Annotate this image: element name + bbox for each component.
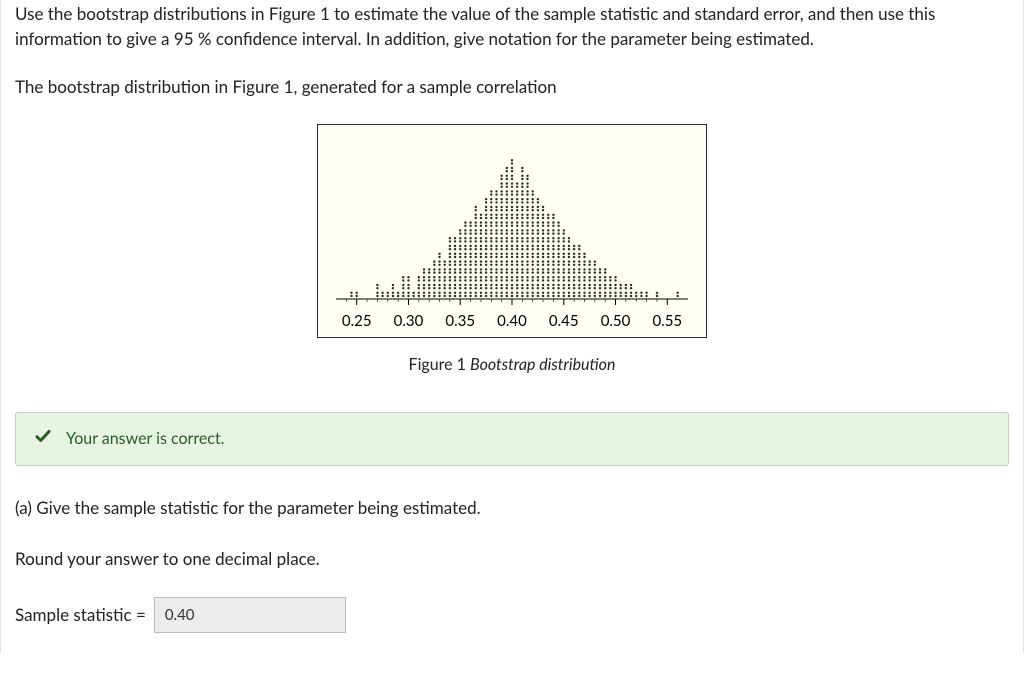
question-text: Use the bootstrap distributions in Figur… [15,2,1009,100]
rounding-note: Round your answer to one decimal place. [15,547,1009,572]
figure-1: 0.25 0.30 0.35 0.40 0.45 0.50 0.55 Figure 1 Bo… [15,124,1009,376]
check-icon [34,427,52,451]
feedback-correct-banner: Your answer is correct. [15,412,1009,466]
question-intro-1: Use the bootstrap distributions in Figur… [15,2,1009,51]
question-intro-2: The bootstrap distribution in Figure 1, … [15,75,1009,100]
x-tick-label: 0.40 [497,311,527,333]
answer-label: Sample statistic = [15,603,146,628]
x-tick-label: 0.45 [549,311,579,333]
part-a: (a) Give the sample statistic for the pa… [15,496,1009,633]
dotplot-svg [336,135,688,307]
part-a-prompt: (a) Give the sample statistic for the pa… [15,496,1009,521]
figure-caption-prefix: Figure 1 [409,355,471,374]
x-tick-label: 0.35 [445,311,475,333]
question-container: Use the bootstrap distributions in Figur… [0,0,1024,653]
figure-caption: Figure 1 Bootstrap distribution [15,353,1009,376]
x-tick-label: 0.30 [394,311,424,333]
dotplot: 0.25 0.30 0.35 0.40 0.45 0.50 0.55 [317,124,707,338]
x-tick-label: 0.50 [601,311,631,333]
answer-line: Sample statistic = 0.40 [15,597,1009,633]
x-tick-label: 0.55 [652,311,682,333]
x-axis-ticks: 0.25 0.30 0.35 0.40 0.45 0.50 0.55 [336,311,688,331]
x-tick-label: 0.25 [342,311,372,333]
sample-statistic-input[interactable]: 0.40 [154,597,346,633]
feedback-text: Your answer is correct. [66,427,224,450]
figure-caption-title: Bootstrap distribution [470,355,615,374]
